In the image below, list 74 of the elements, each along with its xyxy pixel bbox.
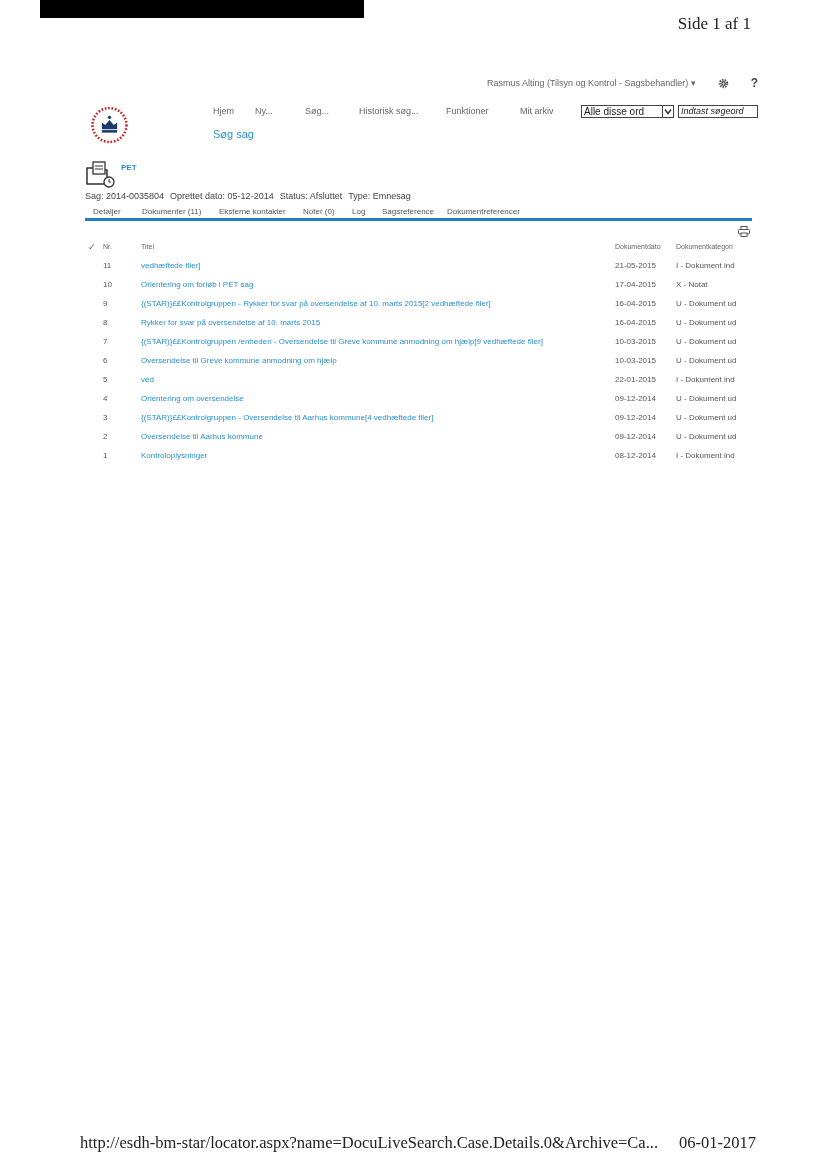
table-cell-text: 8	[103, 317, 109, 329]
table-cell-text: 22-01-2015	[615, 374, 657, 386]
nav-link[interactable]: Mit arkiv	[520, 106, 571, 116]
document-link[interactable]: Orientering om oversendelse	[141, 389, 615, 408]
tab[interactable]: Eksterne kontakter	[219, 207, 303, 218]
table-cell-text: U - Dokument ud	[676, 393, 738, 405]
case-info: Oprettet dato: 05-12-2014	[170, 191, 274, 201]
page-url: http://esdh-bm-star/locator.aspx?name=DocuLiveSearch.Case.Details.0&Archive=Ca...	[80, 1133, 659, 1153]
nav-link[interactable]: Søg...	[305, 106, 359, 116]
document-link[interactable]: Kontroloplysninger	[141, 446, 615, 465]
table-cell-text: 9	[103, 298, 109, 310]
case-folder-icon	[85, 160, 117, 188]
nav-link[interactable]: Ny...	[255, 106, 305, 116]
table-cell-text: 16-04-2015	[615, 298, 657, 310]
table-cell-text: 10-03-2015	[615, 355, 657, 367]
tab[interactable]: Log	[352, 207, 382, 218]
sub-nav-link[interactable]: Søg sag	[213, 128, 758, 140]
print-date: 06-01-2017	[679, 1133, 756, 1153]
tab[interactable]: Detaljer	[93, 207, 142, 218]
document-link[interactable]: ved	[141, 370, 615, 389]
table-cell-text: U - Dokument ud	[676, 298, 738, 310]
table-cell-text: I - Dokument ind	[676, 374, 736, 386]
print-icon[interactable]	[738, 226, 750, 237]
case-info: Status: Afsluttet	[279, 191, 343, 201]
user-menu[interactable]: Rasmus Alting (Tilsyn og Kontrol - Sagsbehandler) ▾	[486, 78, 696, 88]
document-link[interactable]: Orientering om forløb i PET sag	[141, 275, 615, 294]
select-all-column[interactable]: ✓	[85, 237, 103, 256]
table-cell-text: 2	[103, 431, 109, 443]
table-cell-text: U - Dokument ud	[676, 412, 738, 424]
table-cell-text: 10	[103, 279, 113, 291]
page-number: Side 1 af 1	[677, 14, 751, 35]
table-cell-text: 21-05-2015	[615, 260, 657, 272]
table-cell-text: 09-12-2014	[615, 431, 657, 443]
table-cell-text: 16-04-2015	[615, 317, 657, 329]
table-cell-text: I - Dokument ind	[676, 260, 736, 272]
table-cell-text: U - Dokument ud	[676, 336, 738, 348]
nav-link[interactable]: Funktioner	[446, 106, 520, 116]
table-cell-text: I - Dokument ind	[676, 450, 736, 462]
tab[interactable]: Noter (0)	[303, 207, 352, 218]
table-cell-text: 6	[103, 355, 109, 367]
document-link[interactable]: vedhæftede filer]	[141, 256, 615, 275]
table-cell-text: 09-12-2014	[615, 393, 657, 405]
table-cell-text: 5	[103, 374, 109, 386]
table-cell-text: 7	[103, 336, 109, 348]
document-link[interactable]: {(STAR)}££Kontrolgruppen - Rykker for svar på oversendelse af 10. marts 2015[2 vedhæftede filer]	[141, 294, 615, 313]
case-info: Sag: 2014-0035804	[85, 191, 165, 201]
table-cell-text: U - Dokument ud	[676, 317, 738, 329]
table-cell-text: 08-12-2014	[615, 450, 657, 462]
case-label: PET	[121, 163, 137, 172]
nav-link[interactable]: Historisk søg...	[359, 106, 446, 116]
search-field[interactable]: Indtast søgeord	[678, 104, 758, 118]
nav-link[interactable]: Hjem	[213, 106, 255, 116]
table-cell-text: 4	[103, 393, 109, 405]
tab[interactable]: Sagsreference	[382, 207, 447, 218]
table-cell-text: U - Dokument ud	[676, 431, 738, 443]
table-cell-text: 1	[103, 450, 109, 462]
help-icon[interactable]: ?	[750, 76, 758, 90]
table-cell-text: 11	[103, 260, 113, 272]
case-info: Type: Emnesag	[348, 191, 411, 201]
document-link[interactable]: Oversendelse til Greve kommune anmodning om hjælp	[141, 351, 615, 370]
settings-icon[interactable]	[717, 77, 729, 89]
tab[interactable]: Dokumentreferencer	[447, 207, 547, 218]
scope-dropdown[interactable]: Alle disse ord	[581, 104, 674, 118]
document-link[interactable]: {(STAR)}££Kontrolgruppen /enheden - Oversendelse til Greve kommune anmodning om hjælp[9 vedhæftede filer]	[141, 332, 615, 351]
table-cell-text: X - Notat	[676, 279, 709, 291]
tab[interactable]: Dokumenter (11)	[142, 207, 219, 218]
document-link[interactable]: Oversendelse til Aarhus kommune	[141, 427, 615, 446]
document-link[interactable]: Rykker for svar på oversendelse af 10. marts 2015	[141, 313, 615, 332]
table-cell-text: 3	[103, 412, 109, 424]
table-cell-text: 09-12-2014	[615, 412, 657, 424]
document-link[interactable]: {(STAR)}££Kontrolgruppen - Oversendelse til Aarhus kommune[4 vedhæftede filer]	[141, 408, 615, 427]
table-cell-text: U - Dokument ud	[676, 355, 738, 367]
table-cell-text: 17-04-2015	[615, 279, 657, 291]
table-cell-text: 10-03-2015	[615, 336, 657, 348]
